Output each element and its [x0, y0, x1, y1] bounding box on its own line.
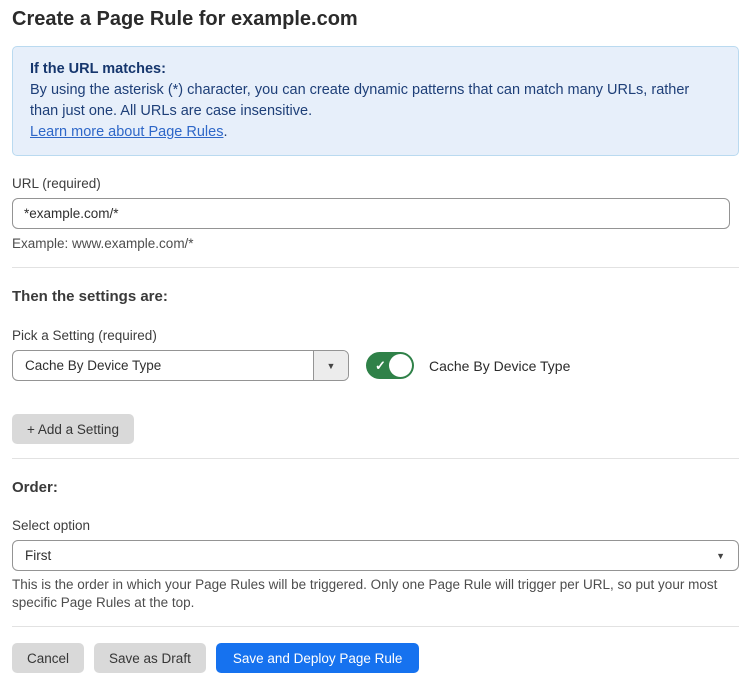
page-title: Create a Page Rule for example.com — [12, 8, 739, 31]
url-example-helper: Example: www.example.com/* — [12, 235, 739, 253]
divider — [12, 458, 739, 459]
toggle-knob — [389, 354, 412, 377]
chevron-down-icon: ▼ — [327, 361, 336, 371]
order-select-label: Select option — [12, 518, 739, 533]
link-suffix: . — [223, 124, 227, 140]
toggle-label: Cache By Device Type — [429, 358, 570, 374]
chevron-down-icon: ▼ — [716, 551, 725, 561]
info-box-heading: If the URL matches: — [30, 59, 721, 80]
order-select[interactable]: First ▼ — [12, 540, 739, 571]
divider — [12, 267, 739, 268]
info-box-link-line: Learn more about Page Rules. — [30, 122, 721, 143]
url-input[interactable] — [12, 198, 730, 229]
info-box-body: By using the asterisk (*) character, you… — [30, 80, 721, 122]
learn-more-link[interactable]: Learn more about Page Rules — [30, 124, 223, 140]
setting-row: Cache By Device Type ▼ ✓ Cache By Device… — [12, 350, 739, 381]
pick-setting-label: Pick a Setting (required) — [12, 328, 739, 343]
settings-section-heading: Then the settings are: — [12, 288, 739, 305]
url-field-label: URL (required) — [12, 176, 739, 191]
setting-select-arrow-button[interactable]: ▼ — [313, 351, 348, 380]
divider — [12, 626, 739, 627]
order-section-heading: Order: — [12, 479, 739, 496]
setting-select-value: Cache By Device Type — [13, 351, 313, 380]
check-icon: ✓ — [375, 359, 386, 372]
order-helper-text: This is the order in which your Page Rul… — [12, 576, 739, 612]
cancel-button[interactable]: Cancel — [12, 643, 84, 673]
order-select-value: First — [25, 548, 51, 563]
page-rule-form: Create a Page Rule for example.com If th… — [0, 0, 750, 673]
save-draft-button[interactable]: Save as Draft — [94, 643, 206, 673]
add-setting-button[interactable]: + Add a Setting — [12, 414, 134, 444]
url-match-info-box: If the URL matches: By using the asteris… — [12, 46, 739, 156]
setting-select[interactable]: Cache By Device Type ▼ — [12, 350, 349, 381]
footer-button-row: Cancel Save as Draft Save and Deploy Pag… — [12, 643, 739, 673]
save-deploy-button[interactable]: Save and Deploy Page Rule — [216, 643, 420, 673]
cache-device-toggle[interactable]: ✓ — [366, 352, 414, 379]
